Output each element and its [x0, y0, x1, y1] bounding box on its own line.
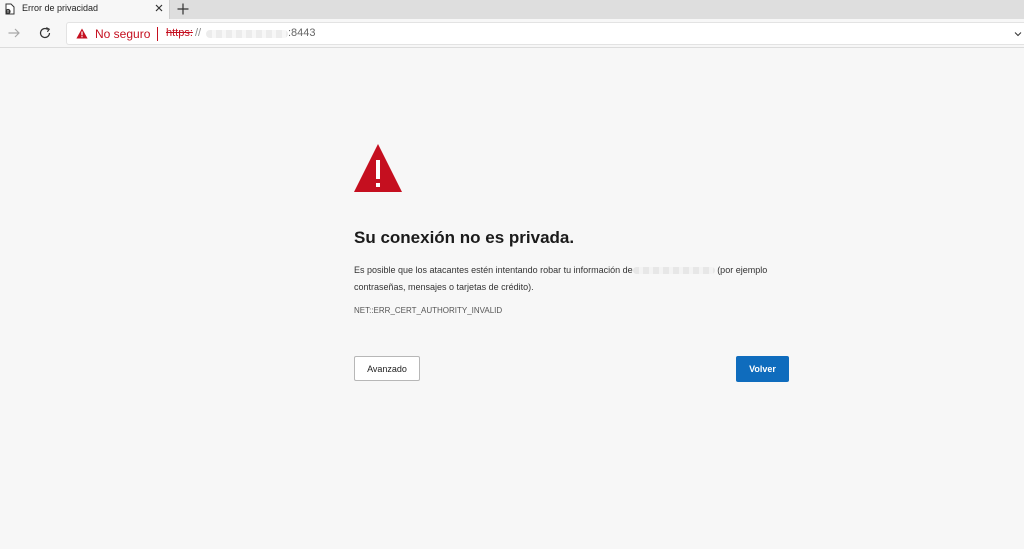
site-name-redacted — [632, 267, 715, 275]
url-port: :8443 — [288, 27, 316, 39]
plus-icon[interactable] — [176, 2, 190, 16]
refresh-icon[interactable] — [38, 26, 52, 40]
description-text-start: Es posible que los atacantes estén inten… — [354, 265, 633, 275]
close-icon[interactable] — [153, 2, 165, 14]
url-slashes: // — [195, 27, 202, 39]
tab-title: Error de privacidad — [22, 3, 99, 13]
error-description: Es posible que los atacantes estén inten… — [354, 262, 794, 296]
back-button[interactable]: Volver — [736, 356, 789, 382]
security-status-label[interactable]: No seguro — [95, 27, 150, 41]
error-code[interactable]: NET::ERR_CERT_AUTHORITY_INVALID — [354, 306, 502, 315]
advanced-button[interactable]: Avanzado — [354, 356, 420, 381]
arrow-right-icon[interactable] — [7, 26, 21, 40]
warning-triangle-icon — [354, 144, 402, 192]
page-error-icon — [5, 3, 15, 15]
omnibox-divider — [157, 27, 158, 41]
browser-toolbar: No seguro https: // :8443 — [0, 19, 1024, 48]
warning-triangle-icon[interactable] — [76, 28, 88, 39]
url-host-redacted — [206, 30, 288, 38]
page-title: Su conexión no es privada. — [354, 228, 575, 247]
url-scheme: https: — [166, 27, 193, 39]
chevron-down-icon[interactable] — [1014, 31, 1022, 37]
address-bar[interactable]: No seguro https: // :8443 — [66, 22, 1024, 45]
tab-strip: Error de privacidad — [0, 0, 1024, 19]
tab-privacy-error[interactable]: Error de privacidad — [0, 0, 170, 19]
